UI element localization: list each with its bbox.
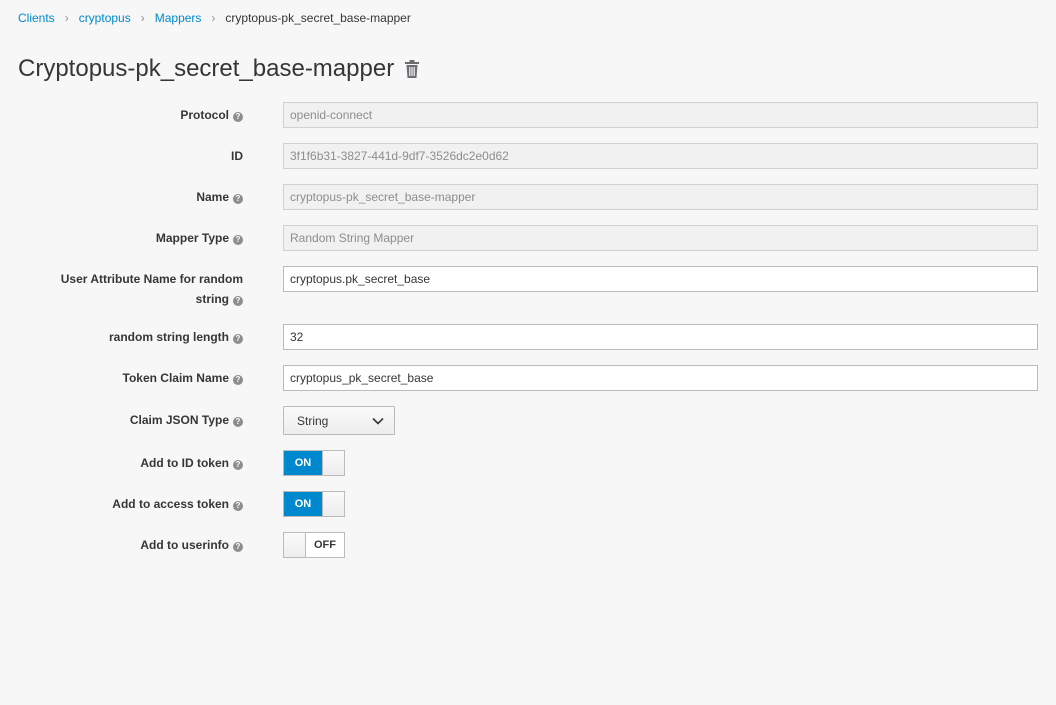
- token-claim-input[interactable]: [283, 365, 1038, 391]
- page-title: Cryptopus-pk_secret_base-mapper: [18, 55, 395, 82]
- protocol-field[interactable]: [283, 102, 1038, 128]
- id-label: ID: [231, 149, 243, 163]
- add-access-token-label: Add to access token?: [112, 494, 243, 514]
- claim-json-type-label: Claim JSON Type?: [130, 410, 243, 430]
- name-label: Name?: [196, 187, 243, 207]
- breadcrumb-current: cryptopus-pk_secret_base-mapper: [225, 11, 411, 25]
- toggle-state: OFF: [314, 539, 336, 551]
- help-icon[interactable]: ?: [233, 112, 243, 122]
- breadcrumb-separator: ›: [64, 11, 69, 25]
- add-access-token-toggle[interactable]: ON: [283, 491, 345, 517]
- add-id-token-toggle[interactable]: ON: [283, 450, 345, 476]
- add-userinfo-label: Add to userinfo?: [140, 535, 243, 555]
- help-icon[interactable]: ?: [233, 542, 243, 552]
- breadcrumb-clients[interactable]: Clients: [18, 11, 55, 25]
- help-icon[interactable]: ?: [233, 417, 243, 427]
- mapper-type-field[interactable]: [283, 225, 1038, 251]
- breadcrumb-mappers[interactable]: Mappers: [155, 11, 202, 25]
- help-icon[interactable]: ?: [233, 334, 243, 344]
- user-attribute-label: User Attribute Name for random string?: [60, 272, 243, 306]
- random-length-input[interactable]: [283, 324, 1038, 350]
- breadcrumb-separator: ›: [140, 11, 145, 25]
- chevron-down-icon: [372, 414, 384, 428]
- help-icon[interactable]: ?: [233, 235, 243, 245]
- help-icon[interactable]: ?: [233, 194, 243, 204]
- toggle-handle: [322, 451, 344, 475]
- name-field[interactable]: [283, 184, 1038, 210]
- id-field[interactable]: [283, 143, 1038, 169]
- toggle-state: ON: [284, 451, 322, 475]
- toggle-handle: [322, 492, 344, 516]
- token-claim-label: Token Claim Name?: [123, 368, 243, 388]
- help-icon[interactable]: ?: [233, 296, 243, 306]
- breadcrumb-separator: ›: [211, 11, 216, 25]
- protocol-label: Protocol?: [180, 105, 243, 125]
- breadcrumb: Clients › cryptopus › Mappers › cryptopu…: [18, 11, 411, 25]
- help-icon[interactable]: ?: [233, 460, 243, 470]
- random-length-label: random string length?: [109, 327, 243, 347]
- trash-icon[interactable]: [404, 60, 420, 78]
- user-attribute-input[interactable]: [283, 266, 1038, 292]
- claim-json-type-select[interactable]: String: [283, 406, 395, 435]
- mapper-type-label: Mapper Type?: [156, 228, 243, 248]
- toggle-state: ON: [284, 492, 322, 516]
- help-icon[interactable]: ?: [233, 501, 243, 511]
- add-id-token-label: Add to ID token?: [140, 453, 243, 473]
- page-header: Cryptopus-pk_secret_base-mapper: [18, 53, 420, 85]
- help-icon[interactable]: ?: [233, 375, 243, 385]
- breadcrumb-cryptopus[interactable]: cryptopus: [79, 11, 131, 25]
- add-userinfo-toggle[interactable]: OFF: [283, 532, 345, 558]
- claim-json-type-value: String: [297, 413, 329, 428]
- toggle-handle: [284, 533, 306, 557]
